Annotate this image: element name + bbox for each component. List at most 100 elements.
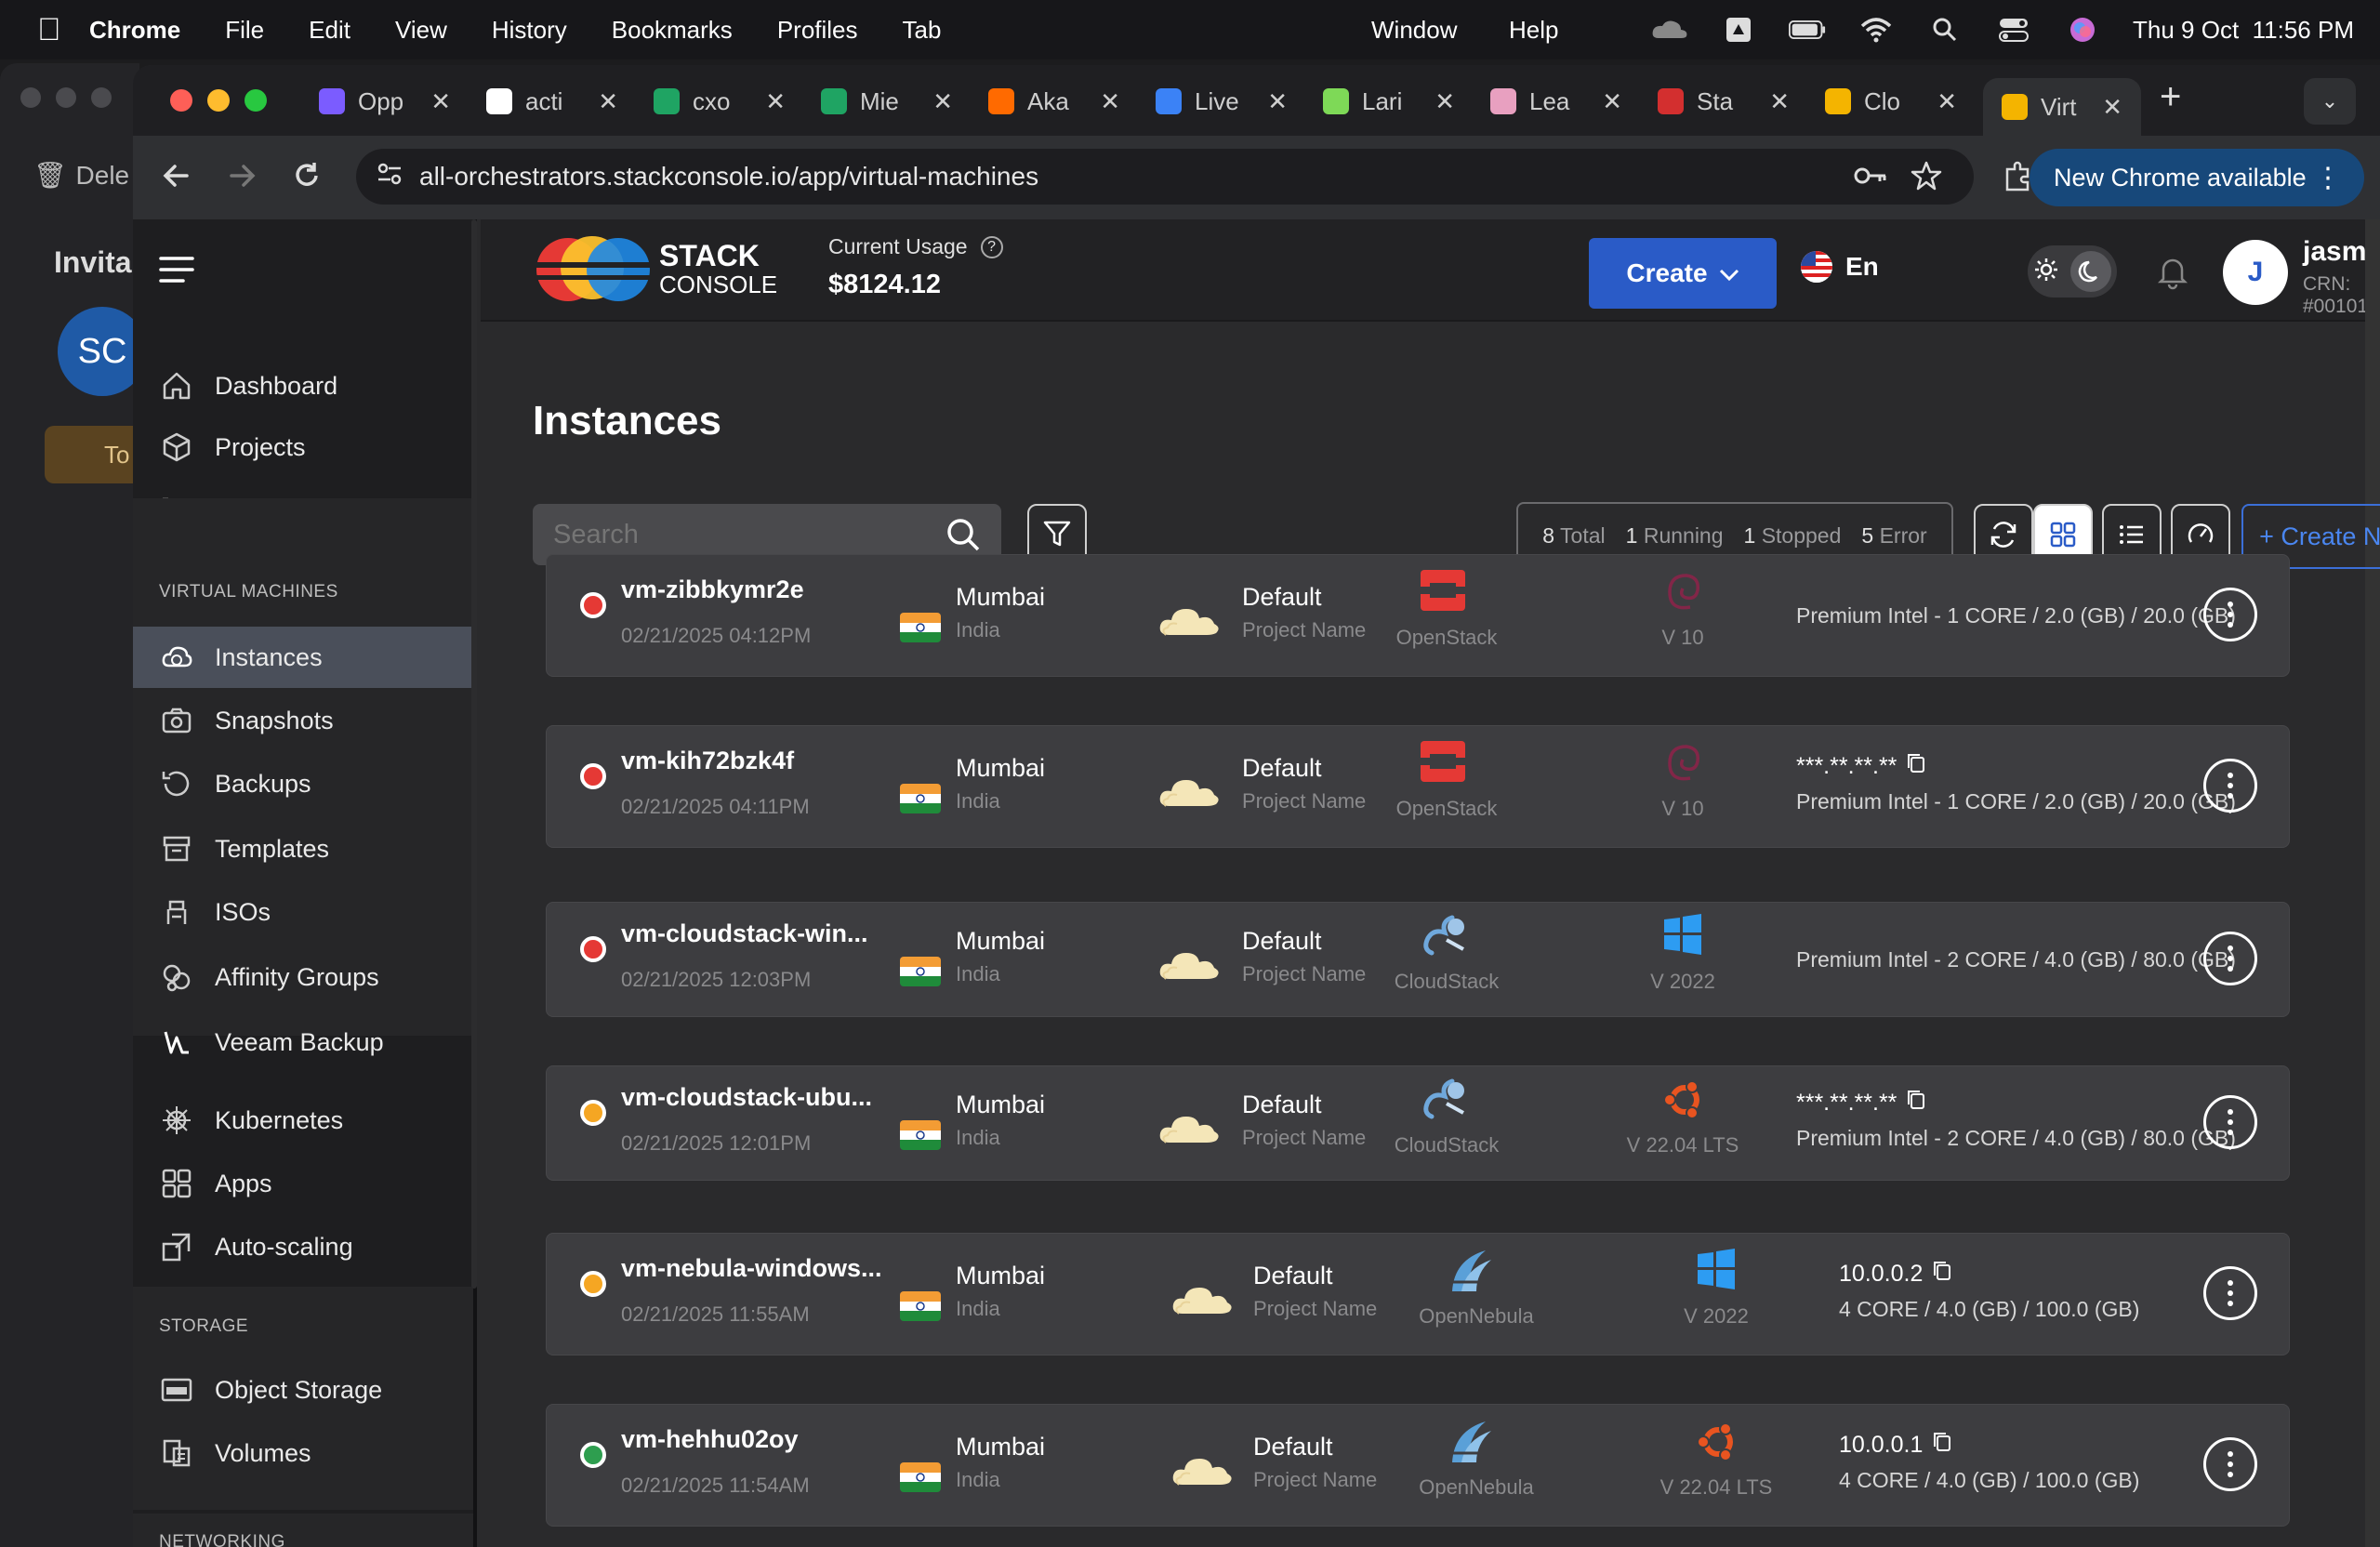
copy-icon[interactable] bbox=[1906, 752, 1926, 781]
sidebar-item-auto-scaling[interactable]: Auto-scaling bbox=[133, 1216, 473, 1277]
tab-close-icon[interactable]: ✕ bbox=[765, 87, 786, 116]
theme-toggle[interactable] bbox=[2028, 245, 2117, 298]
search-input[interactable] bbox=[553, 519, 925, 550]
sidebar-item-kubernetes[interactable]: Kubernetes bbox=[133, 1090, 473, 1151]
instance-name[interactable]: vm-nebula-windows... bbox=[621, 1254, 882, 1283]
user-avatar[interactable]: J bbox=[2223, 240, 2288, 305]
browser-tab[interactable]: Lea ✕ bbox=[1490, 78, 1630, 125]
menu-view[interactable]: View bbox=[395, 16, 447, 45]
instance-actions-button[interactable] bbox=[2203, 932, 2257, 985]
stackconsole-logo[interactable]: STACK CONSOLE bbox=[533, 234, 777, 303]
copy-icon[interactable] bbox=[1932, 1260, 1952, 1289]
drive-icon[interactable] bbox=[1720, 17, 1757, 43]
browser-tab[interactable]: cxo ✕ bbox=[654, 78, 793, 125]
tab-close-icon[interactable]: ✕ bbox=[1937, 87, 1957, 116]
site-info-icon[interactable] bbox=[375, 159, 404, 195]
minimize-window-button[interactable] bbox=[207, 89, 230, 112]
tab-close-icon[interactable]: ✕ bbox=[430, 87, 451, 116]
sidebar-item-instances[interactable]: Instances bbox=[133, 627, 473, 688]
tab-close-icon[interactable]: ✕ bbox=[1100, 87, 1120, 116]
sidebar-item-snapshots[interactable]: Snapshots bbox=[133, 690, 473, 751]
instance-card[interactable]: vm-nebula-windows... 02/21/2025 11:55AM Mu… bbox=[546, 1233, 2290, 1355]
sidebar-item-isos[interactable]: ISOs bbox=[133, 881, 473, 943]
menu-tab[interactable]: Tab bbox=[903, 16, 942, 45]
hamburger-menu-icon[interactable] bbox=[159, 255, 196, 289]
sidebar-item-apps[interactable]: Apps bbox=[133, 1153, 473, 1214]
tab-close-icon[interactable]: ✕ bbox=[932, 87, 953, 116]
tab-close-icon[interactable]: ✕ bbox=[598, 87, 618, 116]
menu-profiles[interactable]: Profiles bbox=[777, 16, 858, 45]
tab-close-icon[interactable]: ✕ bbox=[1769, 87, 1790, 116]
delete-label[interactable]: Dele bbox=[76, 161, 130, 191]
menubar-clock[interactable]: Thu 9 Oct 11:56 PM bbox=[2133, 16, 2354, 45]
more-vert-icon[interactable]: ⋮ bbox=[2314, 162, 2342, 194]
apple-icon[interactable]:  bbox=[37, 12, 89, 48]
instance-card[interactable]: vm-kih72bzk4f 02/21/2025 04:11PM Mumbai Ind… bbox=[546, 725, 2290, 848]
sidebar-item-backups[interactable]: Backups bbox=[133, 753, 473, 814]
usage-help-icon[interactable]: ? bbox=[980, 235, 1003, 258]
reload-icon[interactable] bbox=[291, 160, 323, 196]
sidebar-item-affinity-groups[interactable]: Affinity Groups bbox=[133, 946, 473, 1008]
instance-actions-button[interactable] bbox=[2203, 1266, 2257, 1320]
tab-close-icon[interactable]: ✕ bbox=[1602, 87, 1622, 116]
menu-history[interactable]: History bbox=[492, 16, 567, 45]
browser-tab[interactable]: acti ✕ bbox=[486, 78, 626, 125]
instance-name[interactable]: vm-cloudstack-win... bbox=[621, 919, 868, 948]
menu-bookmarks[interactable]: Bookmarks bbox=[612, 16, 733, 45]
instance-card[interactable]: vm-cloudstack-win... 02/21/2025 12:03PM Mu… bbox=[546, 902, 2290, 1017]
tab-search-button[interactable]: ⌄ bbox=[2304, 78, 2356, 125]
tab-close-icon[interactable]: ✕ bbox=[2102, 93, 2122, 122]
battery-icon[interactable] bbox=[1789, 17, 1826, 43]
back-icon[interactable] bbox=[161, 160, 192, 196]
search-icon[interactable] bbox=[945, 517, 981, 557]
stat-error[interactable]: 5 Error bbox=[1861, 523, 1926, 549]
menu-file[interactable]: File bbox=[225, 16, 264, 45]
siri-icon[interactable] bbox=[2064, 17, 2101, 43]
tab-close-icon[interactable]: ✕ bbox=[1267, 87, 1288, 116]
new-chrome-available-button[interactable]: New Chrome available ⋮ bbox=[2030, 149, 2364, 206]
menu-help[interactable]: Help bbox=[1509, 16, 1558, 45]
sidebar-item-projects[interactable]: Projects bbox=[133, 416, 473, 478]
sidebar-scrollbar[interactable] bbox=[471, 219, 477, 1289]
sidebar-item-object-storage[interactable]: Object Storage bbox=[133, 1359, 473, 1421]
moon-icon[interactable] bbox=[2070, 251, 2111, 292]
menu-app[interactable]: Chrome bbox=[89, 16, 180, 45]
address-bar[interactable]: all-orchestrators.stackconsole.io/app/vi… bbox=[356, 149, 1974, 205]
instance-actions-button[interactable] bbox=[2203, 1437, 2257, 1491]
sidebar-item-templates[interactable]: Templates bbox=[133, 818, 473, 879]
bookmark-star-icon[interactable] bbox=[1911, 160, 1942, 198]
bell-icon[interactable] bbox=[2154, 253, 2191, 295]
cloud-status-icon[interactable] bbox=[1651, 17, 1688, 43]
stat-total[interactable]: 8 Total bbox=[1542, 523, 1605, 549]
zoom-window-button[interactable] bbox=[245, 89, 267, 112]
stat-running[interactable]: 1 Running bbox=[1626, 523, 1724, 549]
create-button[interactable]: Create bbox=[1589, 238, 1777, 309]
copy-icon[interactable] bbox=[1932, 1431, 1952, 1460]
instance-actions-button[interactable] bbox=[2203, 1095, 2257, 1149]
browser-tab[interactable]: Live ✕ bbox=[1156, 78, 1295, 125]
instance-card[interactable]: vm-cloudstack-ubu... 02/21/2025 12:01PM Mu… bbox=[546, 1065, 2290, 1181]
instance-name[interactable]: vm-cloudstack-ubu... bbox=[621, 1083, 872, 1112]
url-text[interactable]: all-orchestrators.stackconsole.io/app/vi… bbox=[419, 162, 1038, 192]
instance-name[interactable]: vm-zibbkymr2e bbox=[621, 575, 804, 604]
language-selector[interactable]: En bbox=[1801, 251, 1879, 283]
instance-actions-button[interactable] bbox=[2203, 588, 2257, 641]
menu-window[interactable]: Window bbox=[1371, 16, 1457, 45]
sidebar-item-dashboard[interactable]: Dashboard bbox=[133, 355, 473, 416]
control-center-icon[interactable] bbox=[1995, 17, 2032, 43]
instance-name[interactable]: vm-hehhu02oy bbox=[621, 1425, 799, 1454]
browser-tab[interactable]: Opp ✕ bbox=[319, 78, 458, 125]
browser-tab[interactable]: Lari ✕ bbox=[1323, 78, 1462, 125]
stat-stopped[interactable]: 1 Stopped bbox=[1744, 523, 1842, 549]
sidebar-item-veeam-backup[interactable]: Veeam Backup bbox=[133, 1012, 473, 1073]
tour-button[interactable]: To bbox=[45, 426, 147, 483]
instance-actions-button[interactable] bbox=[2203, 759, 2257, 813]
new-tab-button[interactable]: + bbox=[2160, 76, 2181, 118]
instance-name[interactable]: vm-kih72bzk4f bbox=[621, 747, 794, 775]
browser-tab[interactable]: Mie ✕ bbox=[821, 78, 960, 125]
close-window-button[interactable] bbox=[170, 89, 192, 112]
instance-card[interactable]: vm-zibbkymr2e 02/21/2025 04:12PM Mumbai Ind… bbox=[546, 554, 2290, 677]
password-key-icon[interactable] bbox=[1853, 162, 1888, 196]
tab-close-icon[interactable]: ✕ bbox=[1435, 87, 1455, 116]
spotlight-icon[interactable] bbox=[1926, 17, 1964, 43]
